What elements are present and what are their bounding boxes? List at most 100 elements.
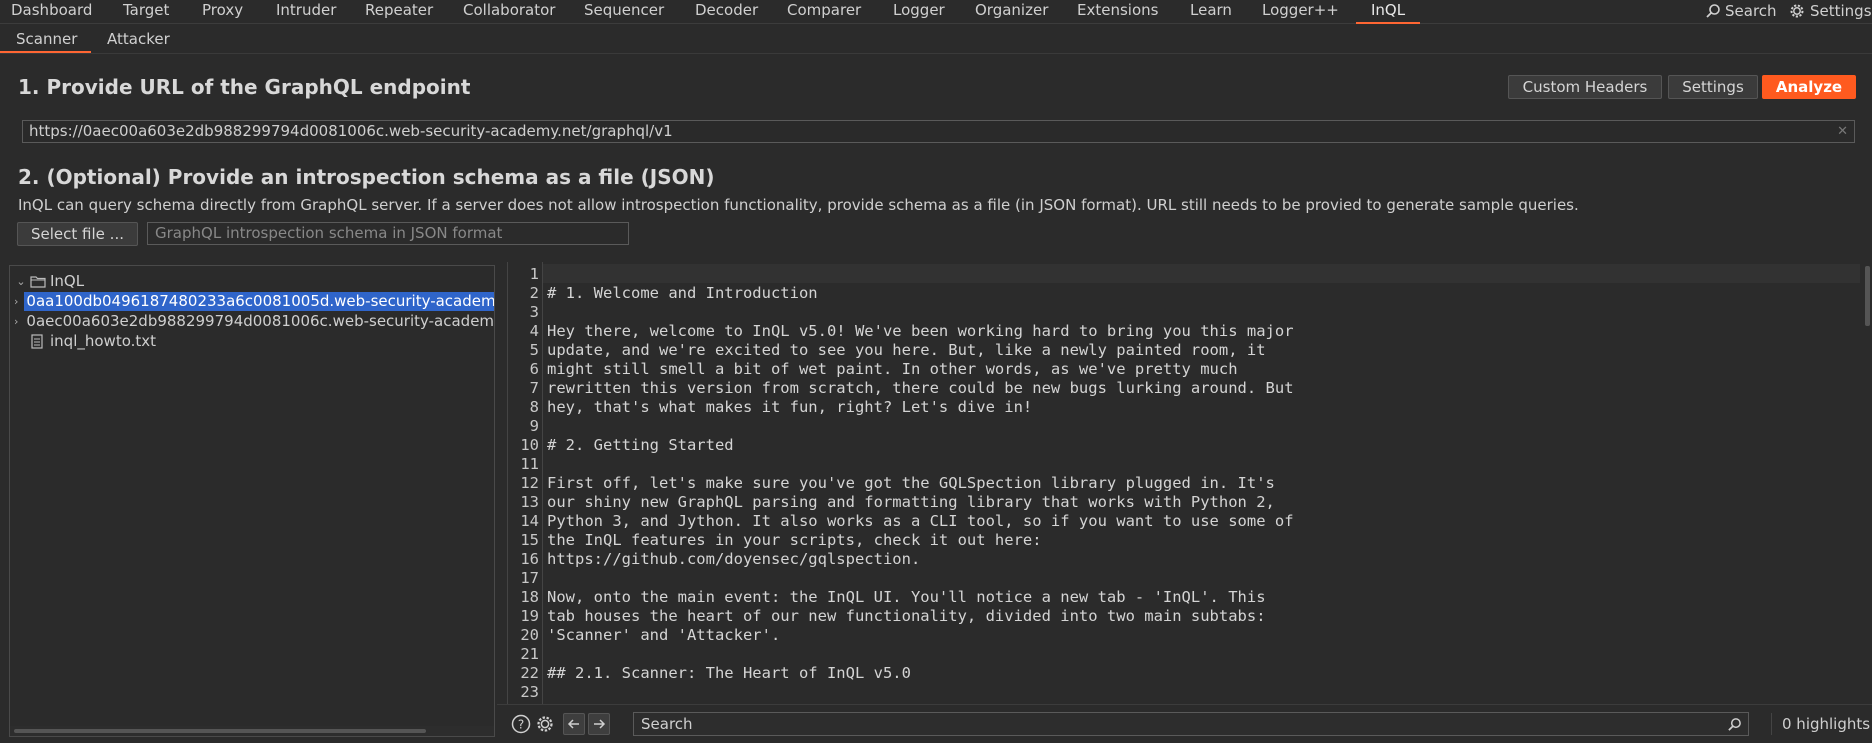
section2-title: 2. (Optional) Provide an introspection s…: [18, 165, 715, 189]
tree-item[interactable]: › 0aec00a603e2db988299794d0081006c.web-s…: [14, 312, 494, 331]
line-number: 1: [529, 265, 539, 283]
code-line[interactable]: [547, 417, 1294, 436]
endpoint-url-input[interactable]: https://0aec00a603e2db988299794d0081006c…: [22, 120, 1855, 143]
tree-root[interactable]: ⌄ InQL: [14, 272, 84, 291]
code-line[interactable]: might still smell a bit of wet paint. In…: [547, 360, 1294, 379]
tree-item[interactable]: › 0aa100db0496187480233a6c0081005d.web-s…: [14, 292, 494, 311]
line-number: 19: [520, 607, 539, 625]
code-line[interactable]: our shiny new GraphQL parsing and format…: [547, 493, 1294, 512]
editor-vertical-scrollbar[interactable]: [1862, 262, 1872, 704]
code-line[interactable]: [547, 303, 1294, 322]
search-icon: [1706, 4, 1720, 18]
schema-file-input[interactable]: GraphQL introspection schema in JSON for…: [147, 222, 629, 245]
analyze-button[interactable]: Analyze: [1762, 75, 1856, 99]
line-number: 8: [529, 398, 539, 416]
tab-sequencer[interactable]: Sequencer: [584, 0, 664, 22]
clear-icon[interactable]: ✕: [1837, 121, 1848, 142]
global-settings-button[interactable]: Settings: [1788, 0, 1872, 22]
code-line[interactable]: [547, 645, 1294, 664]
line-number: 14: [520, 512, 539, 530]
global-search-label: Search: [1725, 1, 1777, 20]
code-line[interactable]: the InQL features in your scripts, check…: [547, 531, 1294, 550]
tab-inql[interactable]: InQL: [1356, 0, 1421, 24]
tab-proxy[interactable]: Proxy: [202, 0, 243, 22]
line-number: 4: [529, 322, 539, 340]
file-tree: ⌄ InQL › 0aa100db0496187480233a6c0081005…: [9, 265, 495, 737]
gear-icon: [1790, 4, 1804, 18]
code-line[interactable]: hey, that's what makes it fun, right? Le…: [547, 398, 1294, 417]
gear-icon[interactable]: [534, 713, 556, 735]
code-line[interactable]: Now, onto the main event: the InQL UI. Y…: [547, 588, 1294, 607]
section1-title: 1. Provide URL of the GraphQL endpoint: [18, 75, 471, 99]
code-line[interactable]: [547, 265, 1294, 284]
line-number: 23: [520, 683, 539, 701]
arrow-left-icon: [567, 719, 579, 729]
tab-intruder[interactable]: Intruder: [276, 0, 336, 22]
code-line[interactable]: [547, 455, 1294, 474]
line-number: 15: [520, 531, 539, 549]
code-line[interactable]: Python 3, and Jython. It also works as a…: [547, 512, 1294, 531]
tab-target[interactable]: Target: [123, 0, 169, 22]
line-number: 6: [529, 360, 539, 378]
help-icon[interactable]: ?: [510, 713, 532, 735]
code-line[interactable]: 'Scanner' and 'Attacker'.: [547, 626, 1294, 645]
code-line[interactable]: https://github.com/doyensec/gqlspection.: [547, 550, 1294, 569]
tab-organizer[interactable]: Organizer: [975, 0, 1048, 22]
tree-item[interactable]: inql_howto.txt: [28, 332, 158, 351]
tab-collaborator[interactable]: Collaborator: [463, 0, 555, 22]
editor-search-input[interactable]: Search: [633, 712, 1749, 736]
section2-description: InQL can query schema directly from Grap…: [18, 196, 1579, 214]
line-number: 11: [520, 455, 539, 473]
code-line[interactable]: ## 2.1. Scanner: The Heart of InQL v5.0: [547, 664, 1294, 683]
tab-dashboard[interactable]: Dashboard: [11, 0, 92, 22]
previous-match-button[interactable]: [563, 713, 585, 735]
line-number: 13: [520, 493, 539, 511]
chevron-right-icon[interactable]: ›: [14, 292, 18, 311]
line-number: 2: [529, 284, 539, 302]
search-icon: [1728, 718, 1741, 731]
line-number: 20: [520, 626, 539, 644]
settings-button[interactable]: Settings: [1668, 75, 1758, 99]
tab-attacker[interactable]: Attacker: [107, 29, 170, 51]
tab-decoder[interactable]: Decoder: [695, 0, 758, 22]
next-match-button[interactable]: [588, 713, 610, 735]
code-line[interactable]: [547, 569, 1294, 588]
tab-comparer[interactable]: Comparer: [787, 0, 861, 22]
tab-extensions[interactable]: Extensions: [1077, 0, 1158, 22]
top-menu-bar: Dashboard Target Proxy Intruder Repeater…: [0, 0, 1872, 24]
code-line[interactable]: # 2. Getting Started: [547, 436, 1294, 455]
chevron-right-icon[interactable]: ›: [14, 312, 18, 331]
tab-learn[interactable]: Learn: [1190, 0, 1232, 22]
code-line[interactable]: First off, let's make sure you've got th…: [547, 474, 1294, 493]
line-number: 16: [520, 550, 539, 568]
code-line[interactable]: # 1. Welcome and Introduction: [547, 284, 1294, 303]
code-line[interactable]: update, and we're excited to see you her…: [547, 341, 1294, 360]
svg-text:?: ?: [518, 718, 524, 732]
global-search-button[interactable]: Search: [1705, 0, 1777, 22]
code-line[interactable]: Hey there, welcome to InQL v5.0! We've b…: [547, 322, 1294, 341]
file-icon: [31, 334, 43, 349]
chevron-down-icon[interactable]: ⌄: [14, 272, 28, 291]
global-settings-label: Settings: [1810, 1, 1872, 20]
custom-headers-button[interactable]: Custom Headers: [1508, 75, 1662, 99]
tree-horizontal-scrollbar[interactable]: [10, 726, 494, 736]
code-line[interactable]: rewritten this version from scratch, the…: [547, 379, 1294, 398]
tab-scanner[interactable]: Scanner: [0, 29, 92, 53]
line-number: 7: [529, 379, 539, 397]
sub-tab-bar: Scanner Attacker: [0, 24, 1872, 54]
endpoint-url-value: https://0aec00a603e2db988299794d0081006c…: [29, 122, 673, 140]
editor-search-bar: ? Search 0 highlights: [497, 704, 1872, 743]
tab-logger-plus-plus[interactable]: Logger++: [1262, 0, 1339, 22]
tab-logger[interactable]: Logger: [893, 0, 945, 22]
code-line[interactable]: [547, 683, 1294, 702]
code-line[interactable]: tab houses the heart of our new function…: [547, 607, 1294, 626]
highlights-count: 0 highlights: [1771, 713, 1870, 735]
text-editor[interactable]: 1 2 3 4 5 6 7 8 9 10 11 12 13 14 15 16 17 18 19 20 21 22 23 # …: [497, 262, 1872, 704]
editor-content[interactable]: # 1. Welcome and Introduction Hey there,…: [547, 265, 1294, 702]
line-number: 10: [520, 436, 539, 454]
line-numbers: 1 2 3 4 5 6 7 8 9 10 11 12 13 14 15 16 17 18 19 20 21 22 23: [509, 262, 539, 702]
line-number: 22: [520, 664, 539, 682]
select-file-button[interactable]: Select file ...: [17, 222, 138, 246]
tree-item-label: 0aa100db0496187480233a6c0081005d.web-sec…: [24, 292, 494, 311]
tab-repeater[interactable]: Repeater: [365, 0, 433, 22]
